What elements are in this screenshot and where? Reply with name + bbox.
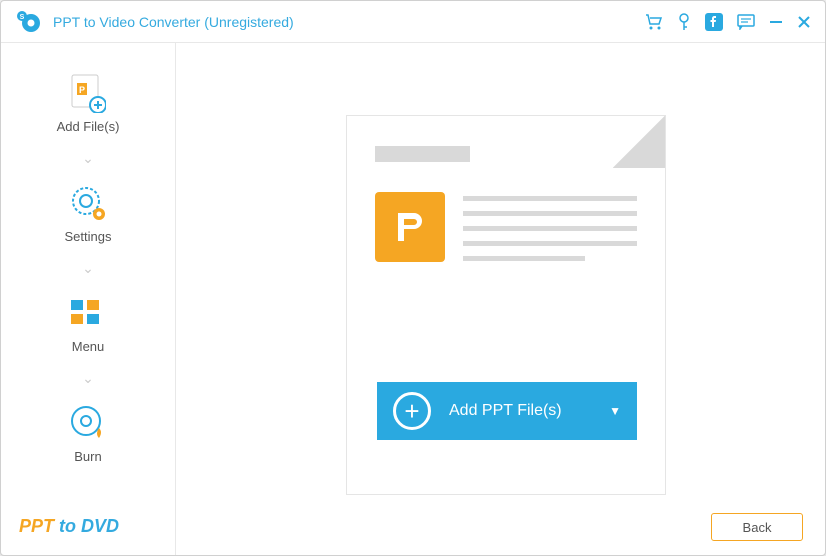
facebook-icon[interactable] [705, 13, 723, 31]
page-fold-icon [613, 116, 665, 168]
sidebar-label-menu: Menu [72, 339, 105, 354]
add-ppt-label: Add PPT File(s) [449, 402, 591, 420]
burn-icon [68, 403, 108, 443]
svg-text:P: P [79, 85, 85, 95]
plus-icon: + [393, 392, 431, 430]
svg-text:S: S [20, 14, 25, 21]
main-area: + Add PPT File(s) ▼ Back [176, 43, 825, 555]
cart-icon[interactable] [645, 14, 663, 30]
sidebar-label-settings: Settings [65, 229, 112, 244]
brand-part2: to DVD [59, 516, 119, 536]
chevron-down-icon: ⌄ [82, 150, 94, 167]
footer: Back [176, 499, 825, 555]
sidebar-item-add-files[interactable]: P Add File(s) [57, 73, 120, 134]
dropdown-arrow-icon[interactable]: ▼ [609, 404, 621, 418]
sidebar-label-burn: Burn [74, 449, 101, 464]
body: P Add File(s) ⌄ [1, 43, 825, 555]
placeholder-line [463, 241, 637, 246]
placeholder-lines [463, 192, 637, 262]
sidebar-item-settings[interactable]: Settings [65, 183, 112, 244]
back-button[interactable]: Back [711, 513, 803, 541]
close-icon[interactable] [797, 15, 811, 29]
brand-part1: PPT [19, 516, 59, 536]
sidebar-label-add-files: Add File(s) [57, 119, 120, 134]
menu-icon [68, 293, 108, 333]
back-label: Back [743, 520, 772, 535]
placeholder-line [375, 146, 470, 162]
sidebar-item-menu[interactable]: Menu [68, 293, 108, 354]
placeholder-line [463, 256, 585, 261]
ppt-thumb-icon [375, 192, 445, 262]
feedback-icon[interactable] [737, 14, 755, 30]
chevron-down-icon: ⌄ [82, 370, 94, 387]
brand-logo: PPT to DVD [1, 506, 175, 545]
app-title: PPT to Video Converter (Unregistered) [53, 14, 645, 30]
sidebar: P Add File(s) ⌄ [1, 43, 176, 555]
settings-icon [68, 183, 108, 223]
placeholder-line [463, 226, 637, 231]
sidebar-item-burn[interactable]: Burn [68, 403, 108, 464]
add-ppt-button[interactable]: + Add PPT File(s) ▼ [377, 382, 637, 440]
placeholder-line [463, 211, 637, 216]
chevron-down-icon: ⌄ [82, 260, 94, 277]
app-logo-icon: S [15, 8, 43, 36]
add-file-icon: P [68, 73, 108, 113]
drop-area[interactable]: + Add PPT File(s) ▼ [346, 115, 666, 495]
placeholder-line [463, 196, 637, 201]
titlebar: S PPT to Video Converter (Unregistered) [1, 1, 825, 43]
minimize-icon[interactable] [769, 15, 783, 29]
app-window: S PPT to Video Converter (Unregistered) [0, 0, 826, 556]
key-icon[interactable] [677, 13, 691, 31]
titlebar-actions [645, 13, 811, 31]
